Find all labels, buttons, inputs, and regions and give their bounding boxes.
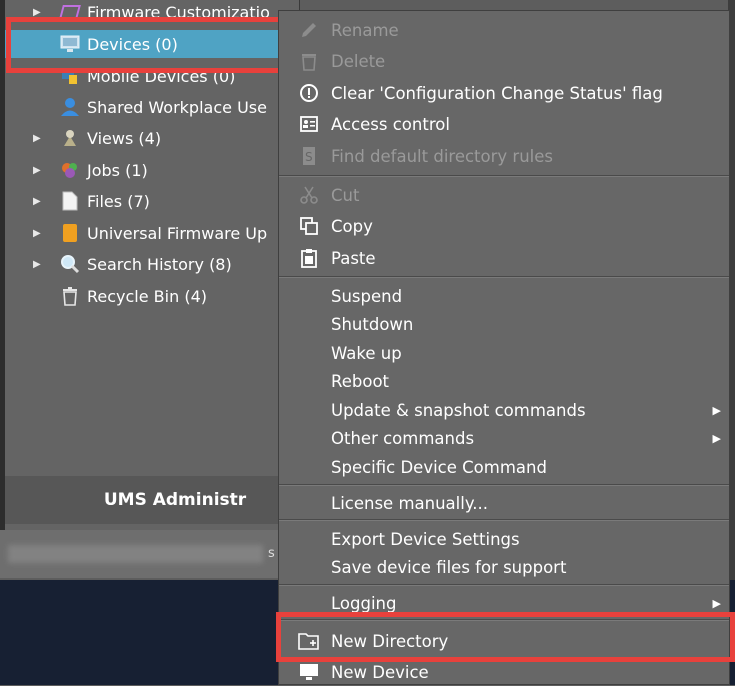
user-icon <box>59 97 81 117</box>
menu-item-update-snapshot-commands[interactable]: Update & snapshot commands ▶ <box>279 396 729 424</box>
menu-item-copy[interactable]: Copy <box>279 212 729 240</box>
tree-item-label: Files (7) <box>87 191 150 211</box>
blurred-status-text <box>8 545 263 563</box>
expand-arrow-icon[interactable]: ▶ <box>33 7 47 18</box>
tree-item-search-history[interactable]: ▶ Search History (8) <box>5 250 300 278</box>
menu-separator <box>279 175 729 177</box>
views-icon <box>59 128 81 148</box>
jobs-icon <box>59 160 81 180</box>
menu-item-cut[interactable]: Cut <box>279 181 729 209</box>
menu-item-other-commands[interactable]: Other commands ▶ <box>279 424 729 452</box>
rules-icon: S <box>297 144 321 168</box>
menu-item-paste[interactable]: Paste <box>279 244 729 272</box>
menu-item-new-device[interactable]: New Device <box>279 658 729 686</box>
trash-icon <box>297 49 321 73</box>
svg-text:S: S <box>305 150 313 164</box>
menu-item-specific-device-command[interactable]: Specific Device Command <box>279 453 729 481</box>
expand-arrow-icon[interactable]: ▶ <box>33 165 47 176</box>
device-tree-panel: ▶ Firmware Customizatio Devices (0) Mobi… <box>0 0 305 530</box>
tree-item-views[interactable]: ▶ Views (4) <box>5 124 300 152</box>
menu-separator <box>279 519 729 521</box>
menu-item-access-control[interactable]: Access control <box>279 110 729 138</box>
tree-item-universal-firmware-update[interactable]: ▶ Universal Firmware Up <box>5 219 300 247</box>
expand-arrow-icon[interactable]: ▶ <box>33 259 47 270</box>
tree-item-label: Universal Firmware Up <box>87 223 268 243</box>
context-menu: Rename Delete Clear 'Configuration Chang… <box>278 10 730 685</box>
search-icon <box>59 254 81 274</box>
status-letter: s <box>268 546 275 561</box>
expand-arrow-icon[interactable]: ▶ <box>33 196 47 207</box>
access-control-icon <box>297 112 321 136</box>
tree-item-files[interactable]: ▶ Files (7) <box>5 187 300 215</box>
menu-item-find-default-rules[interactable]: S Find default directory rules <box>279 142 729 170</box>
new-directory-highlight-box <box>276 612 735 662</box>
tree-item-shared-workplace-users[interactable]: Shared Workplace Use <box>5 93 300 121</box>
trash-icon <box>59 286 81 306</box>
menu-item-wake-up[interactable]: Wake up <box>279 339 729 367</box>
tree-item-recycle-bin[interactable]: Recycle Bin (4) <box>5 282 300 310</box>
file-icon <box>59 191 81 211</box>
menu-item-export-device-settings[interactable]: Export Device Settings <box>279 525 729 553</box>
submenu-arrow-icon: ▶ <box>712 596 721 610</box>
submenu-arrow-icon: ▶ <box>712 403 721 417</box>
devices-highlight-box <box>6 17 283 73</box>
menu-item-rename[interactable]: Rename <box>279 16 729 44</box>
menu-separator <box>279 276 729 278</box>
clipboard-icon <box>297 246 321 270</box>
menu-item-reboot[interactable]: Reboot <box>279 367 729 395</box>
menu-item-clear-status-flag[interactable]: Clear 'Configuration Change Status' flag <box>279 79 729 107</box>
menu-separator <box>279 584 729 586</box>
expand-arrow-icon[interactable]: ▶ <box>33 228 47 239</box>
tree-item-label: Shared Workplace Use <box>87 97 267 117</box>
menu-item-license-manually[interactable]: License manually... <box>279 489 729 517</box>
admin-label: UMS Administr <box>103 490 247 510</box>
submenu-arrow-icon: ▶ <box>712 431 721 445</box>
menu-item-suspend[interactable]: Suspend <box>279 282 729 310</box>
ums-administrator-bar[interactable]: UMS Administr <box>5 476 305 524</box>
scissors-icon <box>297 183 321 207</box>
menu-item-delete[interactable]: Delete <box>279 47 729 75</box>
universal-firmware-icon <box>59 223 81 243</box>
exclamation-circle-icon <box>297 81 321 105</box>
tree-item-label: Jobs (1) <box>87 160 148 180</box>
menu-item-shutdown[interactable]: Shutdown <box>279 310 729 338</box>
tree-item-label: Search History (8) <box>87 254 232 274</box>
menu-item-save-device-files[interactable]: Save device files for support <box>279 553 729 581</box>
monitor-icon <box>297 660 321 684</box>
expand-arrow-icon[interactable]: ▶ <box>33 133 47 144</box>
tree-item-jobs[interactable]: ▶ Jobs (1) <box>5 156 300 184</box>
menu-separator <box>279 484 729 486</box>
pencil-icon <box>297 18 321 42</box>
copy-icon <box>297 214 321 238</box>
tree-item-label: Recycle Bin (4) <box>87 286 207 306</box>
tree-item-label: Views (4) <box>87 128 162 148</box>
